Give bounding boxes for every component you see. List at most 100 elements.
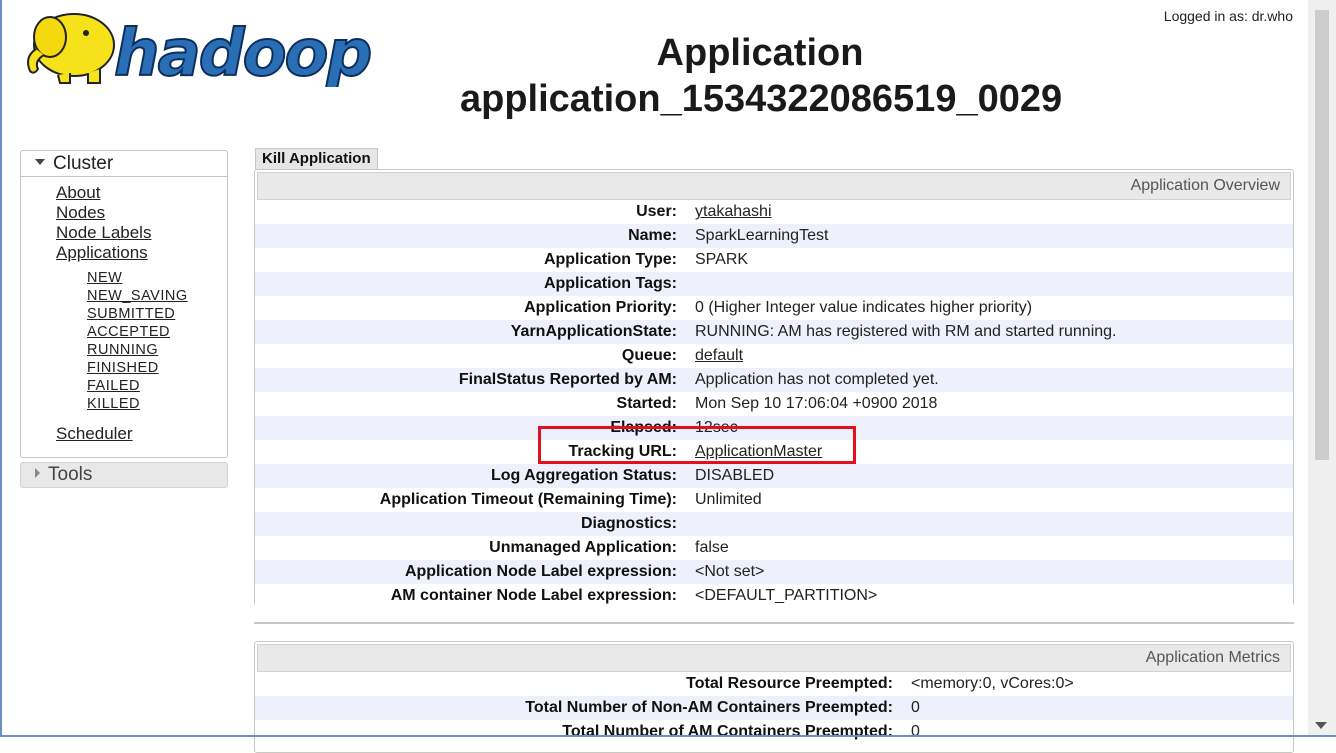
row-label: Application Priority: — [524, 299, 677, 316]
row-label: Name: — [628, 227, 677, 244]
table-row: Queue: default — [255, 344, 1293, 368]
row-value: Application has not completed yet. — [695, 371, 939, 388]
row-value: SparkLearningTest — [695, 227, 829, 244]
sidebar-item-node-labels[interactable]: Node Labels — [56, 223, 151, 243]
state-link-new-saving[interactable]: NEW_SAVING — [87, 287, 188, 305]
state-link-finished[interactable]: FINISHED — [87, 359, 188, 377]
row-value-cell: false — [687, 536, 1293, 560]
row-value-cell: 12sec — [687, 416, 1293, 440]
row-label: Total Number of AM Containers Preempted: — [562, 723, 893, 740]
sidebar-item-about[interactable]: About — [56, 183, 151, 203]
scroll-down-arrow-icon[interactable] — [1315, 722, 1327, 729]
tracking-url-link[interactable]: ApplicationMaster — [695, 443, 822, 460]
row-value-cell — [687, 512, 1293, 536]
state-link-running[interactable]: RUNNING — [87, 341, 188, 359]
section-divider — [254, 622, 1294, 624]
table-row: Tracking URL: ApplicationMaster — [255, 440, 1293, 464]
row-label: Log Aggregation Status: — [490, 467, 677, 484]
metrics-section-header: Application Metrics — [257, 644, 1291, 672]
cluster-header[interactable]: Cluster — [21, 151, 227, 177]
collapse-triangle-icon — [35, 158, 45, 165]
table-row: Started: Mon Sep 10 17:06:04 +0900 2018 — [255, 392, 1293, 416]
row-value: SPARK — [695, 251, 749, 268]
table-row: FinalStatus Reported by AM: Application h… — [255, 368, 1293, 392]
sidebar-item-applications[interactable]: Applications — [56, 243, 151, 263]
row-label: Elapsed: — [610, 419, 677, 436]
row-value-cell: ytakahashi — [687, 200, 1293, 224]
queue-link[interactable]: default — [695, 347, 743, 364]
table-row: Application Tags: — [255, 272, 1293, 296]
overview-table: User: ytakahashi Name: SparkLearningTest App… — [255, 200, 1293, 608]
row-value-cell: Unlimited — [687, 488, 1293, 512]
page-title: Application application_1534322086519_00… — [460, 30, 1063, 122]
tools-label: Tools — [48, 464, 93, 485]
row-value-cell — [687, 272, 1293, 296]
row-label: User: — [636, 203, 677, 220]
table-row: Unmanaged Application: false — [255, 536, 1293, 560]
row-value: false — [695, 539, 729, 556]
vertical-scrollbar[interactable] — [1308, 0, 1336, 737]
application-overview-panel: Application Overview User: ytakahashi Name… — [254, 169, 1294, 608]
user-link[interactable]: ytakahashi — [695, 203, 772, 220]
row-value: <Not set> — [695, 563, 765, 580]
row-label: Application Node Label expression: — [404, 563, 677, 580]
row-label: Application Tags: — [543, 275, 677, 292]
state-link-submitted[interactable]: SUBMITTED — [87, 305, 188, 323]
svg-text:hadoop: hadoop — [114, 17, 371, 87]
row-label: Started: — [616, 395, 677, 412]
cluster-label: Cluster — [53, 153, 114, 174]
state-link-killed[interactable]: KILLED — [87, 395, 188, 413]
row-value-cell: Mon Sep 10 17:06:04 +0900 2018 — [687, 392, 1293, 416]
sidebar-nav: Cluster About Nodes Node Labels Applicat… — [20, 150, 228, 488]
sidebar-item-scheduler[interactable]: Scheduler — [56, 424, 133, 444]
row-label: YarnApplicationState: — [510, 323, 677, 340]
state-link-new[interactable]: NEW — [87, 269, 188, 287]
row-value: RUNNING: AM has registered with RM and s… — [695, 323, 1117, 340]
row-value-cell: <memory:0, vCores:0> — [903, 672, 1293, 696]
state-link-accepted[interactable]: ACCEPTED — [87, 323, 188, 341]
row-value: Mon Sep 10 17:06:04 +0900 2018 — [695, 395, 938, 412]
row-label: Unmanaged Application: — [489, 539, 677, 556]
kill-application-button[interactable]: Kill Application — [255, 148, 378, 169]
row-value-cell: <Not set> — [687, 560, 1293, 584]
row-label: Total Number of Non-AM Containers Preemp… — [525, 699, 893, 716]
table-row: Application Timeout (Remaining Time): Unl… — [255, 488, 1293, 512]
row-label: Total Resource Preempted: — [686, 675, 893, 692]
row-value: DISABLED — [695, 467, 775, 484]
table-row: Total Number of Non-AM Containers Preemp… — [255, 696, 1293, 720]
row-value-cell: 0 — [903, 696, 1293, 720]
table-row: YarnApplicationState: RUNNING: AM has reg… — [255, 320, 1293, 344]
row-label: AM container Node Label expression: — [390, 587, 677, 604]
row-value: 0 — [911, 699, 920, 716]
hadoop-logo[interactable]: hadoop — [22, 5, 382, 87]
tools-section[interactable]: Tools — [20, 462, 228, 488]
row-value: 0 — [911, 723, 920, 740]
table-row: Diagnostics: — [255, 512, 1293, 536]
table-row: Application Node Label expression: <Not s… — [255, 560, 1293, 584]
table-row: AM container Node Label expression: <DEFA… — [255, 584, 1293, 608]
metrics-table: Total Resource Preempted: <memory:0, vCor… — [255, 672, 1293, 744]
page-title-app-id: application_1534322086519_0029 — [460, 78, 1063, 120]
table-row: Application Priority: 0 (Higher Integer v… — [255, 296, 1293, 320]
state-link-failed[interactable]: FAILED — [87, 377, 188, 395]
table-row: Elapsed: 12sec — [255, 416, 1293, 440]
row-value: 12sec — [695, 419, 738, 436]
table-row: Total Resource Preempted: <memory:0, vCor… — [255, 672, 1293, 696]
row-value-cell: RUNNING: AM has registered with RM and s… — [687, 320, 1293, 344]
row-label: Diagnostics: — [580, 515, 677, 532]
row-value: <DEFAULT_PARTITION> — [695, 587, 878, 604]
row-label: Application Type: — [543, 251, 677, 268]
sidebar-item-nodes[interactable]: Nodes — [56, 203, 151, 223]
elephant-icon — [27, 13, 115, 84]
table-row: Name: SparkLearningTest — [255, 224, 1293, 248]
row-value-cell: <DEFAULT_PARTITION> — [687, 584, 1293, 608]
row-label: FinalStatus Reported by AM: — [458, 371, 677, 388]
page-title-line1: Application — [656, 32, 864, 74]
row-value-cell: DISABLED — [687, 464, 1293, 488]
row-value-cell: 0 — [903, 720, 1293, 744]
row-label: Tracking URL: — [568, 443, 677, 460]
scrollbar-thumb[interactable] — [1315, 10, 1329, 460]
expand-triangle-icon — [35, 467, 40, 478]
row-value-cell: SparkLearningTest — [687, 224, 1293, 248]
cluster-section: Cluster About Nodes Node Labels Applicat… — [20, 150, 228, 458]
